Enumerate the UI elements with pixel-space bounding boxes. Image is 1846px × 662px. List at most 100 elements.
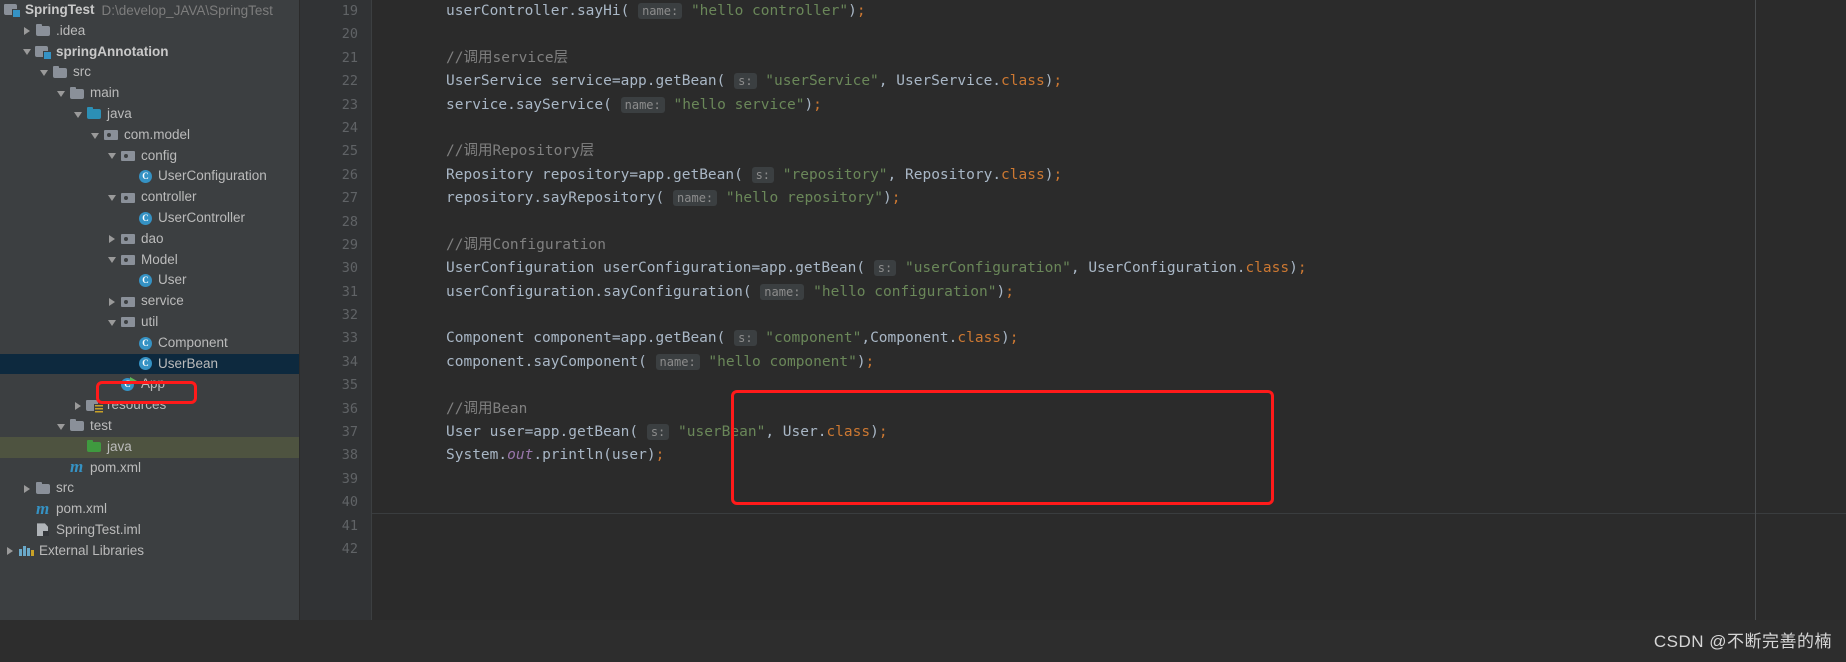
tree-item-model[interactable]: Model — [0, 250, 300, 271]
tree-item-label: External Libraries — [39, 542, 145, 558]
package-icon — [120, 190, 137, 206]
code-token: . — [646, 73, 656, 90]
code-token: . — [568, 3, 577, 19]
code-token: sayComponent — [533, 353, 639, 370]
tree-item-pom-xml[interactable]: pom.xml — [0, 499, 300, 520]
code-line[interactable]: repository.sayRepository( name: "hello r… — [372, 187, 1846, 210]
chevron-open-icon[interactable] — [72, 108, 85, 121]
chevron-open-icon[interactable] — [106, 149, 119, 162]
chevron-open-icon[interactable] — [106, 191, 119, 204]
code-token: "userBean" — [678, 424, 766, 441]
tree-item-resources[interactable]: resources — [0, 395, 300, 416]
tree-item-util[interactable]: util — [0, 312, 300, 333]
chevron-open-icon[interactable] — [55, 87, 68, 100]
code-line[interactable]: UserConfiguration userConfiguration=app.… — [372, 257, 1846, 280]
folder-icon — [69, 418, 86, 434]
tree-item-config[interactable]: config — [0, 146, 300, 167]
code-line[interactable]: User user=app.getBean( s: "userBean", Us… — [372, 421, 1846, 444]
tree-item-pom-xml[interactable]: pom.xml — [0, 457, 300, 479]
chevron-open-icon[interactable] — [38, 66, 51, 79]
chevron-closed-icon[interactable] — [72, 399, 85, 412]
chevron-closed-icon[interactable] — [21, 482, 34, 495]
tree-item--idea[interactable]: .idea — [0, 21, 300, 42]
code-token: User — [446, 424, 481, 441]
code-editor[interactable]: 19 20 21 22 23 24 25 26 27 28 29 30 31 32 33 34 35 36 37 38… — [300, 0, 1846, 662]
tree-item-external-libraries[interactable]: External Libraries — [0, 541, 300, 562]
chevron-closed-icon[interactable] — [106, 233, 119, 246]
chevron-open-icon[interactable] — [55, 420, 68, 433]
code-line[interactable]: userController.sayHi( name: "hello contr… — [372, 0, 1846, 23]
project-root-row[interactable]: SpringTest D:\develop_JAVA\SpringTest — [0, 0, 300, 21]
code-line[interactable]: Component component=app.getBean( s: "com… — [372, 327, 1846, 350]
code-token: ( — [603, 447, 612, 464]
tree-item-usercontroller[interactable]: UserController — [0, 208, 300, 229]
code-token: class — [826, 424, 871, 441]
tree-item-userconfiguration[interactable]: UserConfiguration — [0, 166, 300, 187]
code-line[interactable]: UserService service=app.getBean( s: "use… — [372, 70, 1846, 93]
code-line[interactable]: service.sayService( name: "hello service… — [372, 94, 1846, 117]
chevron-open-icon[interactable] — [21, 45, 34, 58]
tree-item-java[interactable]: java — [0, 104, 300, 125]
line-number: 26 — [341, 166, 358, 183]
tree-item-label: dao — [141, 230, 164, 246]
code-token: component — [446, 353, 525, 370]
code-line[interactable]: userConfiguration.sayConfiguration( name… — [372, 281, 1846, 304]
code-line[interactable]: //调用Configuration — [372, 234, 1846, 257]
parameter-hint-chip: name: — [620, 96, 665, 113]
code-token: "hello controller" — [690, 3, 849, 19]
code-line[interactable] — [372, 374, 1846, 397]
tree-item-dao[interactable]: dao — [0, 229, 300, 250]
csdn-watermark: CSDN @不断完善的楠 — [1653, 632, 1832, 651]
code-token: , — [878, 73, 897, 90]
code-token: ( — [856, 260, 866, 277]
code-line[interactable] — [372, 538, 1846, 561]
chevron-open-icon[interactable] — [106, 316, 119, 329]
tree-item-main[interactable]: main — [0, 83, 300, 104]
tree-item-user[interactable]: User — [0, 270, 300, 291]
code-line[interactable]: Repository repository=app.getBean( s: "r… — [372, 164, 1846, 187]
chevron-closed-icon[interactable] — [21, 25, 34, 38]
code-line[interactable] — [372, 117, 1846, 140]
project-tree[interactable]: .idea springAnnotation src main java com.mode… — [0, 21, 300, 562]
chevron-closed-icon[interactable] — [4, 545, 17, 558]
tree-item-springtest-iml[interactable]: SpringTest.iml — [0, 520, 300, 541]
line-number: 37 — [341, 424, 358, 441]
line-number: 28 — [341, 213, 358, 230]
code-line[interactable]: System.out.println(user); — [372, 444, 1846, 467]
code-token: , — [861, 330, 871, 347]
code-line[interactable]: //调用Bean — [372, 398, 1846, 421]
code-content[interactable]: userController.sayHi( name: "hello contr… — [372, 0, 1846, 662]
tree-item-component[interactable]: Component — [0, 333, 300, 354]
code-token: . — [646, 330, 656, 347]
tree-item-springannotation[interactable]: springAnnotation — [0, 42, 300, 63]
package-icon — [120, 148, 137, 164]
tree-item-com-model[interactable]: com.model — [0, 125, 300, 146]
tree-item-app[interactable]: App — [0, 374, 300, 395]
tree-item-src[interactable]: src — [0, 478, 300, 499]
chevron-open-icon[interactable] — [89, 129, 102, 142]
code-line[interactable] — [372, 211, 1846, 234]
chevron-open-icon[interactable] — [106, 253, 119, 266]
project-tool-window[interactable]: SpringTest D:\develop_JAVA\SpringTest .i… — [0, 0, 300, 662]
code-token: "userConfiguration" — [904, 260, 1071, 277]
code-line[interactable] — [372, 515, 1846, 538]
code-line[interactable]: //调用Repository层 — [372, 140, 1846, 163]
intellij-idea-window: SpringTest D:\develop_JAVA\SpringTest .i… — [0, 0, 1846, 662]
bottom-strip — [0, 620, 1846, 662]
code-line[interactable]: component.sayComponent( name: "hello com… — [372, 351, 1846, 374]
tree-item-userbean[interactable]: UserBean — [0, 353, 300, 375]
tree-item-controller[interactable]: controller — [0, 187, 300, 208]
tree-item-test[interactable]: test — [0, 416, 300, 437]
code-line[interactable] — [372, 491, 1846, 514]
tree-item-service[interactable]: service — [0, 291, 300, 312]
tree-item-src[interactable]: src — [0, 62, 300, 83]
code-line[interactable] — [372, 304, 1846, 327]
code-line[interactable]: //调用service层 — [372, 47, 1846, 70]
code-line[interactable] — [372, 468, 1846, 491]
chevron-closed-icon[interactable] — [106, 295, 119, 308]
code-line[interactable] — [372, 23, 1846, 46]
tree-item-java[interactable]: java — [0, 436, 300, 458]
